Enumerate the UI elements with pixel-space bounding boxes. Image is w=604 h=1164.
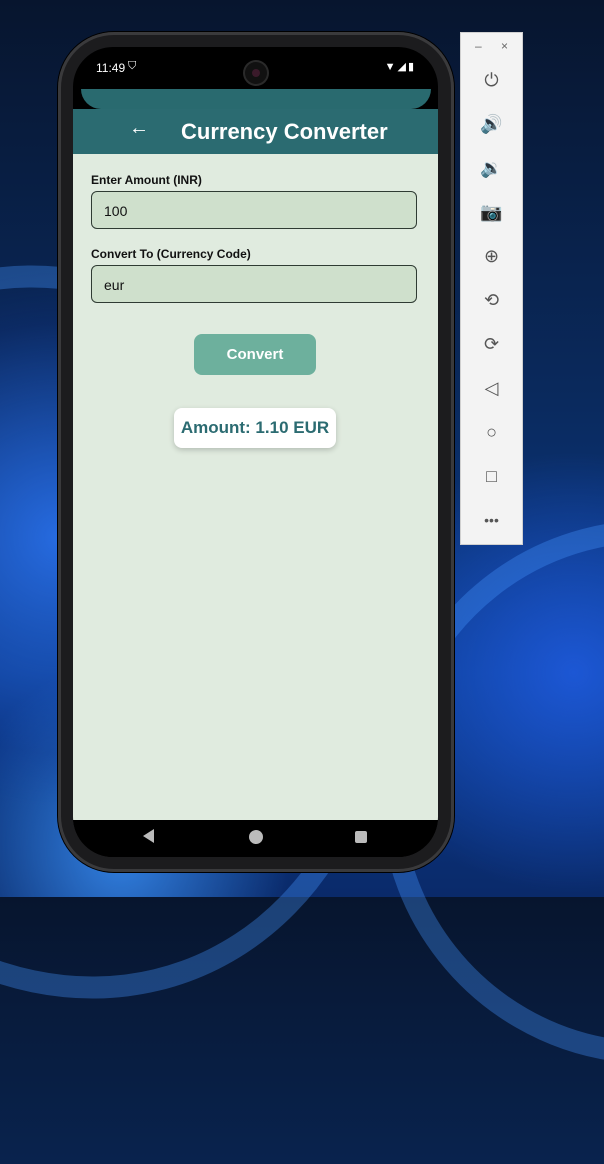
close-icon[interactable]: ×: [501, 39, 508, 53]
nav-home-icon[interactable]: [249, 830, 263, 844]
battery-icon: ▮: [407, 61, 416, 73]
more-icon[interactable]: •••: [461, 505, 522, 535]
back-arrow-icon[interactable]: ←: [129, 117, 149, 140]
overview-icon[interactable]: □: [461, 461, 522, 491]
amount-label: Enter Amount (INR): [91, 173, 202, 187]
minimize-icon[interactable]: –: [475, 39, 482, 53]
signal-icon: ◢: [397, 61, 408, 73]
power-icon[interactable]: ⏻: [461, 65, 522, 95]
volume-down-icon[interactable]: 🔉: [461, 153, 522, 183]
phone-screen: 11:49 ⛉ ▼◢▮ ← Currency Converter Enter A…: [73, 47, 438, 857]
app-bar: ← Currency Converter: [73, 109, 438, 154]
zoom-icon[interactable]: ⊕: [461, 241, 522, 271]
main-content: Enter Amount (INR) 100 Convert To (Curre…: [73, 154, 438, 820]
nav-back-icon[interactable]: [143, 829, 154, 843]
shield-icon: ⛉: [128, 60, 137, 72]
amount-input[interactable]: 100: [91, 191, 417, 229]
toolbar-window-controls: – ×: [461, 39, 522, 55]
nav-recents-icon[interactable]: [355, 831, 367, 843]
currency-code-label: Convert To (Currency Code): [91, 247, 251, 261]
home-icon[interactable]: ○: [461, 417, 522, 447]
currency-code-input[interactable]: eur: [91, 265, 417, 303]
header-curve: [81, 89, 431, 109]
result-card: Amount: 1.10 EUR: [174, 408, 336, 448]
back-icon[interactable]: ◁: [461, 373, 522, 403]
page-title: Currency Converter: [181, 119, 388, 144]
status-icons: ▼◢▮: [385, 60, 416, 73]
status-time: 11:49: [96, 61, 126, 75]
status-bar: 11:49 ⛉ ▼◢▮: [73, 47, 438, 91]
emulator-toolbar: – × ⏻ 🔊 🔉 📷 ⊕ ⟲ ⟳ ◁ ○ □ •••: [460, 32, 523, 545]
rotate-left-icon[interactable]: ⟲: [461, 285, 522, 315]
rotate-right-icon[interactable]: ⟳: [461, 329, 522, 359]
convert-button[interactable]: Convert: [194, 334, 316, 375]
system-nav-bar: [73, 820, 438, 857]
front-camera: [245, 62, 267, 84]
volume-up-icon[interactable]: 🔊: [461, 109, 522, 139]
wifi-icon: ▼: [384, 61, 398, 73]
camera-icon[interactable]: 📷: [461, 197, 522, 227]
